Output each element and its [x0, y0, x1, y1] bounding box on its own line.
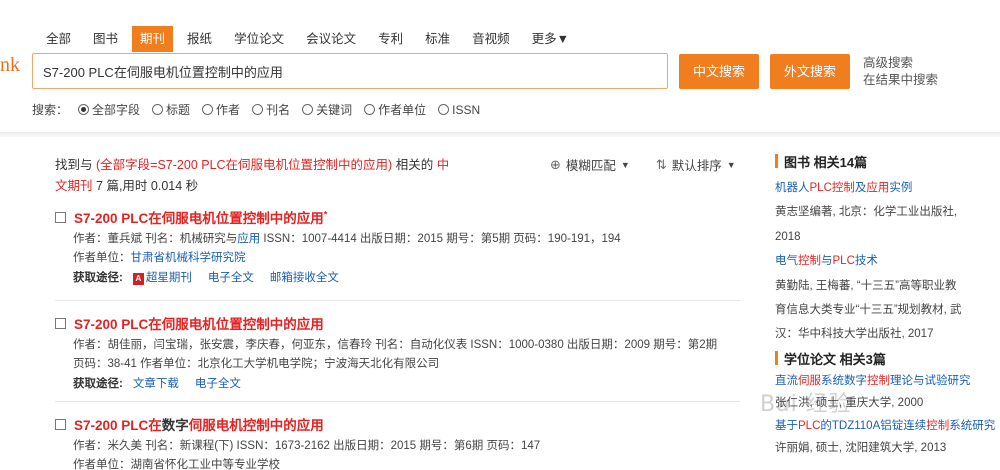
thesis-info: 许丽娟, 硕士, 沈阳建筑大学, 2013: [775, 442, 947, 454]
default-sort-dropdown[interactable]: ⇅ 默认排序 ▼: [656, 155, 736, 174]
book-info: 黄勤陆, 王梅蕃, “十三五”高等职业教: [775, 280, 957, 292]
crosshair-icon: ⊕: [550, 156, 561, 172]
radio-dot-icon: [152, 104, 164, 115]
article-download-link[interactable]: 文章下载: [133, 374, 179, 395]
result-title-link[interactable]: S7-200 PLC在伺服电机位置控制中的应用*: [74, 207, 327, 227]
radio-dot-icon: [78, 104, 90, 115]
watermark: Bai 经验: [760, 392, 852, 417]
books-section-heading: 图书 相关14篇: [775, 150, 1000, 172]
result-divider: [55, 401, 740, 402]
radio-dot-icon: [364, 104, 376, 115]
sort-controls: ⊕ 模糊匹配 ▼ ⇅ 默认排序 ▼: [550, 155, 762, 174]
radio-dot-icon: [202, 104, 214, 115]
result-title-link[interactable]: S7-200 PLC在数字伺服电机控制中的应用: [74, 414, 324, 434]
radio-keyword[interactable]: 关键词: [302, 101, 352, 118]
results-summary: 找到与 (全部字段=S7-200 PLC在伺服电机位置控制中的应用) 相关的 中…: [55, 158, 450, 193]
result-item: S7-200 PLC在数字伺服电机控制中的应用 作者：米久美 刊名：新课程(下)…: [55, 414, 740, 470]
tab-journals[interactable]: 期刊: [132, 26, 174, 52]
caret-down-icon: ▼: [620, 159, 630, 170]
search-box: [32, 53, 668, 89]
result-checkbox[interactable]: [55, 211, 66, 223]
result-divider: [55, 300, 740, 301]
tab-conference[interactable]: 会议论文: [298, 26, 364, 52]
result-meta: 页码：38-41 作者单位：北京化工大学机电学院；宁波海天北化有限公司: [73, 358, 440, 370]
summary-time: 0.014: [150, 179, 183, 193]
tab-more-dropdown[interactable]: 更多▼: [524, 26, 577, 52]
result-meta: 作者：董兵斌 刊名：机械研究与应用 ISSN：1007-4414 出版日期：20…: [73, 233, 621, 245]
radio-dot-icon: [252, 104, 264, 115]
sort-icon: ⇅: [655, 156, 667, 172]
result-item: S7-200 PLC在伺服电机位置控制中的应用 作者：胡佳丽，闫宝瑞，张安震，李…: [55, 313, 740, 395]
chaoxing-journal-link[interactable]: A 超星期刊: [132, 268, 192, 289]
tab-standards[interactable]: 标准: [417, 26, 458, 52]
related-book-link[interactable]: 电气控制与PLC技术: [775, 251, 1000, 271]
related-book-link[interactable]: 机器人PLC控制及应用实例: [775, 178, 1000, 198]
field-label: 搜索：: [32, 103, 69, 117]
radio-all-fields[interactable]: 全部字段: [78, 101, 140, 118]
header-divider: [0, 132, 1000, 137]
result-meta: 作者单位：甘肃省机械科学研究院: [73, 252, 246, 264]
book-info: 育信息大类专业“十三五”规划教材, 武: [775, 304, 962, 316]
access-row: 获取途径: A 超星期刊 电子全文 邮箱接收全文: [73, 268, 740, 289]
chinese-search-button[interactable]: 中文搜索: [679, 54, 759, 89]
access-row: 获取途径: 文章下载 电子全文: [73, 374, 740, 395]
result-meta: 作者单位：湖南省怀化工业中等专业学校: [73, 459, 280, 470]
tab-books[interactable]: 图书: [85, 26, 126, 52]
tab-media[interactable]: 音视频: [464, 26, 518, 52]
book-info: 2018: [775, 231, 801, 243]
electronic-fulltext-link[interactable]: 电子全文: [195, 374, 241, 395]
pdf-icon: A: [132, 272, 144, 285]
caret-down-icon: ▼: [726, 159, 736, 170]
radio-title[interactable]: 标题: [152, 101, 190, 118]
search-within-results-link[interactable]: 在结果中搜索: [863, 72, 938, 89]
related-thesis-link[interactable]: 基于PLC的TDZ110A铝锭连续控制系统研究: [775, 416, 1000, 436]
radio-author-unit[interactable]: 作者单位: [364, 101, 426, 118]
electronic-fulltext-link[interactable]: 电子全文: [208, 268, 254, 289]
advanced-links: 高级搜索 在结果中搜索: [863, 55, 938, 89]
search-field-selector: 搜索： 全部字段 标题 作者 刊名 关键词 作者单位 ISSN: [32, 101, 492, 118]
tab-theses[interactable]: 学位论文: [226, 26, 292, 52]
email-fulltext-link[interactable]: 邮箱接收全文: [270, 268, 339, 289]
radio-journal-name[interactable]: 刊名: [252, 101, 290, 118]
book-info: 汉：华中科技大学出版社, 2017: [775, 328, 934, 340]
site-logo: nk: [0, 54, 20, 76]
theses-section-heading: 学位论文 相关3篇: [775, 347, 1000, 369]
radio-issn[interactable]: ISSN: [438, 103, 480, 117]
radio-author[interactable]: 作者: [202, 101, 240, 118]
radio-dot-icon: [438, 104, 450, 115]
fuzzy-match-dropdown[interactable]: ⊕ 模糊匹配 ▼: [550, 155, 630, 174]
result-title-link[interactable]: S7-200 PLC在伺服电机位置控制中的应用: [74, 313, 324, 333]
result-checkbox[interactable]: [55, 418, 66, 430]
result-meta: 作者：胡佳丽，闫宝瑞，张安震，李庆春，何亚东，信春玲 刊名：自动化仪表 ISSN…: [73, 339, 718, 351]
search-input[interactable]: [33, 54, 667, 88]
radio-dot-icon: [302, 104, 314, 115]
result-item: S7-200 PLC在伺服电机位置控制中的应用* 作者：董兵斌 刊名：机械研究与…: [55, 207, 740, 289]
search-category-tabs: 全部 图书 期刊 报纸 学位论文 会议论文 专利 标准 音视频 更多▼: [38, 26, 583, 54]
summary-count: 7: [96, 179, 103, 193]
result-meta: 作者：米久美 刊名：新课程(下) ISSN：1673-2162 出版日期：201…: [73, 440, 541, 452]
tab-all[interactable]: 全部: [38, 26, 79, 52]
author-unit-link[interactable]: 甘肃省机械科学研究院: [131, 252, 246, 264]
advanced-search-link[interactable]: 高级搜索: [863, 55, 938, 72]
tab-patents[interactable]: 专利: [370, 26, 411, 52]
book-info: 黄志坚编著, 北京：化学工业出版社,: [775, 206, 958, 218]
tab-newspapers[interactable]: 报纸: [179, 26, 220, 52]
summary-query: (全部字段=S7-200 PLC在伺服电机位置控制中的应用): [96, 158, 393, 172]
foreign-search-button[interactable]: 外文搜索: [770, 54, 850, 89]
result-checkbox[interactable]: [55, 317, 66, 329]
